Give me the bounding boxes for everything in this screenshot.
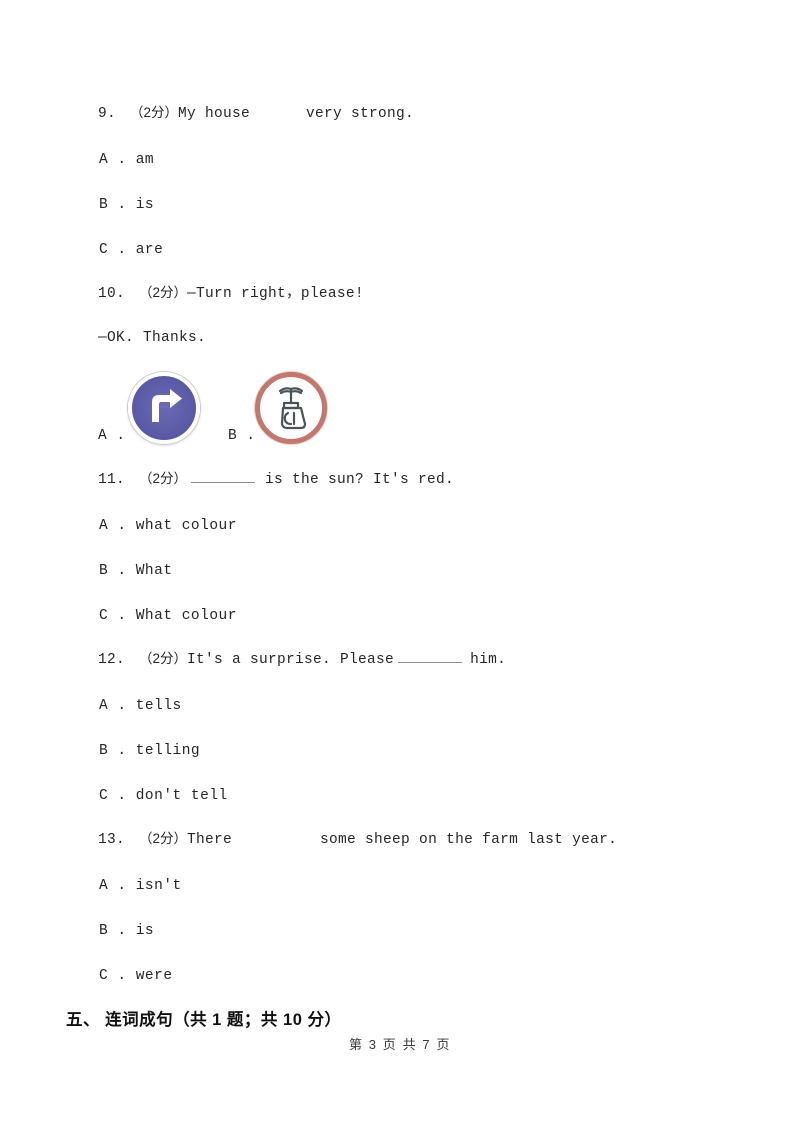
section-heading: 五、 连词成句（共 1 题；共 10 分） [66, 1011, 342, 1029]
question-10-image-options: A . B . [0, 372, 800, 448]
question-11-number: 11. [98, 472, 126, 488]
option-text: tells [135, 698, 182, 714]
option-text: don't tell [135, 788, 228, 804]
question-12-option-b[interactable]: B . telling [99, 741, 200, 761]
question-12-option-c[interactable]: C . don't tell [99, 786, 228, 806]
option-label: C . [99, 608, 127, 624]
question-9-option-a[interactable]: A . am [99, 150, 154, 170]
question-12-answer-blank[interactable] [398, 649, 463, 663]
question-9-marks: （2分） [130, 105, 179, 120]
question-9-stem: 9. （2分）My house very strong. [98, 103, 414, 124]
question-11-marks: （2分） [139, 471, 188, 486]
question-13-option-a[interactable]: A . isn't [99, 876, 182, 896]
option-text: were [135, 968, 173, 984]
question-10-option-b-label: B . [228, 428, 256, 444]
question-10-stem-before: —Turn right，please! [187, 286, 364, 302]
option-text: are [135, 242, 164, 258]
option-label: C . [99, 242, 127, 258]
question-9-stem-after: very strong. [306, 106, 415, 122]
question-10-number: 10. [98, 286, 126, 302]
question-13-number: 13. [98, 832, 126, 848]
question-12-stem: 12. （2分）It's a surprise. Please him. [98, 649, 506, 670]
question-11-option-b[interactable]: B . What [99, 561, 173, 581]
option-text: isn't [135, 878, 182, 894]
question-13-marks: （2分） [139, 831, 188, 846]
question-13-stem-before: There [187, 832, 233, 848]
question-11-option-a[interactable]: A . what colour [99, 516, 237, 536]
no-honking-prohibition-sign-icon[interactable] [255, 372, 327, 444]
option-text: am [135, 152, 155, 168]
question-12-marks: （2分） [139, 651, 188, 666]
question-10-stem: 10. （2分）—Turn right，please! [98, 283, 364, 304]
question-9-option-c[interactable]: C . are [99, 240, 163, 260]
option-label: A . [99, 878, 127, 894]
question-13-option-b[interactable]: B . is [99, 921, 154, 941]
question-10-option-a-label: A . [98, 428, 126, 444]
option-label: B . [99, 743, 127, 759]
option-text: is [135, 197, 155, 213]
option-label: B . [99, 563, 127, 579]
question-11-stem-after: is the sun? It's red. [265, 472, 455, 488]
question-12-stem-before: It's a surprise. Please [187, 652, 395, 668]
question-9-stem-before: My house [178, 106, 251, 122]
option-label: B . [99, 197, 127, 213]
question-10-stem-reply: —OK. Thanks. [98, 330, 207, 346]
option-text: what colour [135, 518, 237, 534]
document-page: 9. （2分）My house very strong. A . am B . is… [0, 0, 800, 1132]
option-text: What colour [135, 608, 237, 624]
page-footer: 第 3 页 共 7 页 [348, 1037, 452, 1052]
option-text: What [135, 563, 173, 579]
question-13-stem-after: some sheep on the farm last year. [320, 832, 618, 848]
question-12-stem-after: him. [470, 652, 507, 668]
question-12-number: 12. [98, 652, 126, 668]
option-label: A . [99, 518, 127, 534]
question-10-stem-line2: —OK. Thanks. [98, 328, 206, 348]
option-label: A . [99, 698, 127, 714]
option-label: A . [99, 152, 127, 168]
question-11-stem: 11. （2分） is the sun? It's red. [98, 469, 454, 490]
question-11-option-c[interactable]: C . What colour [99, 606, 237, 626]
question-11-answer-blank[interactable] [191, 469, 256, 483]
question-12-option-a[interactable]: A . tells [99, 696, 182, 716]
option-text: is [135, 923, 155, 939]
question-13-stem: 13. （2分）There some sheep on the farm last … [98, 829, 617, 850]
turn-right-sign-icon[interactable] [128, 372, 200, 444]
option-label: B . [99, 923, 127, 939]
option-label: C . [99, 968, 127, 984]
question-9-option-b[interactable]: B . is [99, 195, 154, 215]
option-label: C . [99, 788, 127, 804]
question-9-number: 9. [98, 106, 117, 122]
option-text: telling [135, 743, 201, 759]
question-13-option-c[interactable]: C . were [99, 966, 173, 986]
question-10-marks: （2分） [139, 285, 188, 300]
